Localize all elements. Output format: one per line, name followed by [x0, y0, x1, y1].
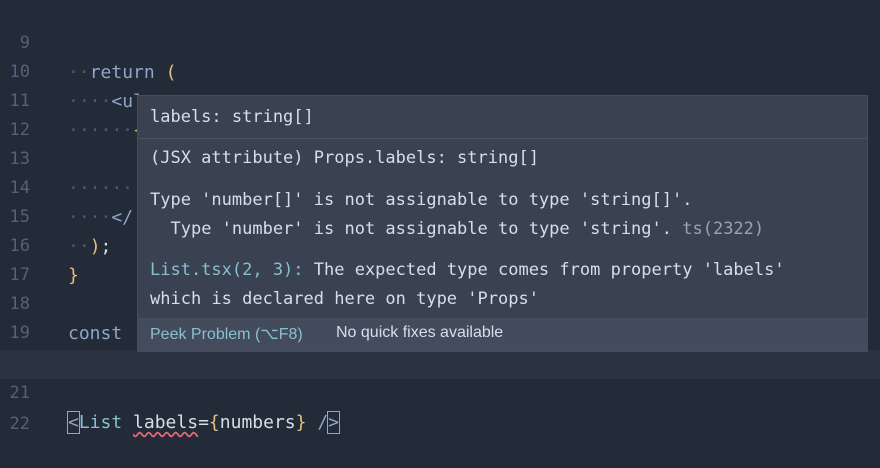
- bracket-match-open: <: [67, 411, 80, 434]
- related-location-link[interactable]: List.tsx(2, 3):: [150, 260, 304, 280]
- hover-related-line-2: which is declared here on type 'Props': [150, 289, 539, 309]
- no-quick-fixes-label: No quick fixes available: [336, 324, 504, 341]
- hover-divider: [138, 138, 867, 139]
- error-code: ts(2322): [682, 219, 765, 239]
- hover-status-bar: Peek Problem (⌥F8) No quick fixes availa…: [138, 318, 867, 351]
- line-number: 22: [9, 414, 30, 434]
- hover-jsx-attribute: (JSX attribute) Props.labels: string[]: [150, 148, 539, 168]
- component-name: List: [78, 412, 123, 433]
- code-line[interactable]: 9 ··return (: [0, 0, 880, 83]
- code-line[interactable]: 11 ······{ labels.map((label, index) =>: [0, 58, 880, 141]
- code-line-current[interactable]: 21 <List labels={numbers} />: [0, 350, 880, 434]
- error-attribute[interactable]: labels: [133, 412, 198, 433]
- code-line[interactable]: 10 ····<ul>: [0, 29, 880, 112]
- hover-tooltip: labels: string[] (JSX attribute) Props.l…: [137, 95, 868, 352]
- code-editor[interactable]: 9 ··return ( 10 ····<ul> 11 ······{ labe…: [0, 0, 880, 434]
- peek-problem-button[interactable]: Peek Problem (⌥F8): [150, 324, 303, 344]
- hover-error-line-1: Type 'number[]' is not assignable to typ…: [150, 190, 693, 210]
- hover-error-line-2: Type 'number' is not assignable to type …: [170, 219, 765, 239]
- code-text: <List labels={numbers} />: [67, 411, 340, 434]
- hover-signature: labels: string[]: [150, 107, 314, 127]
- hover-related-line-1: List.tsx(2, 3): The expected type comes …: [150, 260, 785, 280]
- bracket-match-close: >: [327, 411, 340, 434]
- code-line[interactable]: 22: [0, 381, 880, 434]
